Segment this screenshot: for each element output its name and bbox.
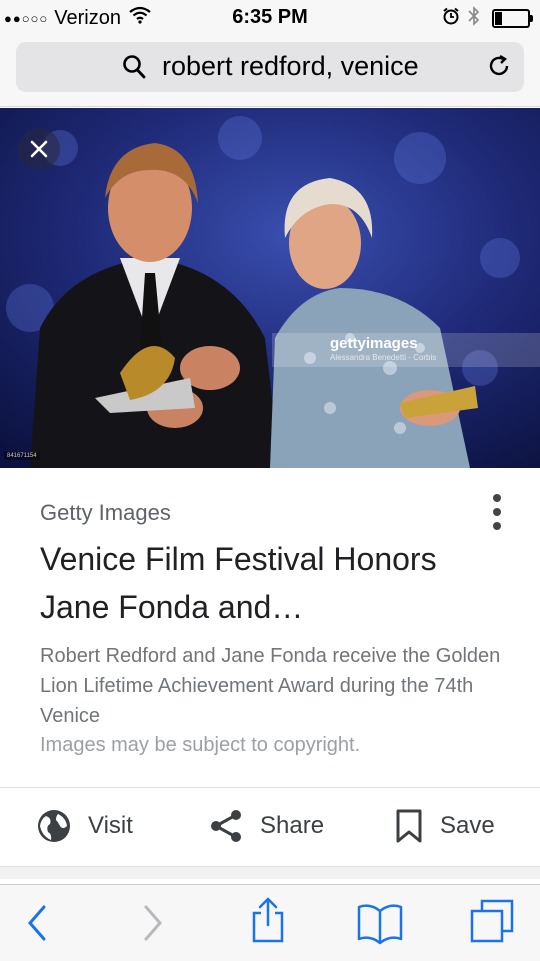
share-button[interactable]: Share [208,800,324,852]
browser-toolbar [0,884,540,961]
search-icon [122,54,146,85]
globe-icon [38,810,70,842]
divider [0,787,540,788]
share-page-button[interactable] [248,895,288,950]
search-query[interactable]: robert redford, venice [162,51,419,82]
address-bar-area: robert redford, venice [0,34,540,107]
result-title[interactable]: Venice Film Festival Honors Jane Fonda a… [40,535,510,631]
bluetooth-icon [468,6,480,31]
tabs-icon [470,899,514,943]
share-page-icon [252,897,284,943]
close-button[interactable] [18,128,60,170]
visit-label: Visit [88,812,133,839]
share-label: Share [260,812,325,839]
photo-illustration [0,108,540,468]
copyright-notice: Images may be subject to copyright. [40,734,361,756]
visit-button[interactable]: Visit [36,800,133,852]
result-description: Robert Redford and Jane Fonda receive th… [40,645,501,727]
address-bar[interactable]: robert redford, venice [16,42,524,92]
save-label: Save [440,812,495,839]
watermark-credit: Alessandra Benedetti - Corbis [330,353,437,362]
chevron-left-icon [28,905,46,941]
share-icon [211,810,241,842]
bookmarks-button[interactable] [356,901,404,950]
save-button[interactable]: Save [394,800,495,852]
back-button[interactable] [22,901,52,950]
reload-icon[interactable] [486,53,512,84]
battery-icon [492,9,533,28]
tabs-button[interactable] [468,897,516,950]
book-icon [357,904,403,945]
chevron-right-icon [144,905,162,941]
battery-level [495,12,502,25]
more-options-icon[interactable] [490,494,504,530]
status-right [442,6,533,31]
section-divider [0,866,540,879]
alarm-icon [442,7,460,30]
forward-button[interactable] [138,901,168,950]
bookmark-icon [396,809,422,843]
source-name[interactable]: Getty Images [40,500,171,526]
result-image[interactable]: gettyimages Alessandra Benedetti - Corbi… [0,108,540,468]
status-bar: ●●○○○ Verizon 6:35 PM [0,0,540,34]
battery-tip [530,15,533,22]
watermark: gettyimages Alessandra Benedetti - Corbi… [272,333,540,367]
close-icon [30,140,48,158]
watermark-logo: gettyimages [330,335,418,352]
image-id: 841671154 [4,452,40,460]
